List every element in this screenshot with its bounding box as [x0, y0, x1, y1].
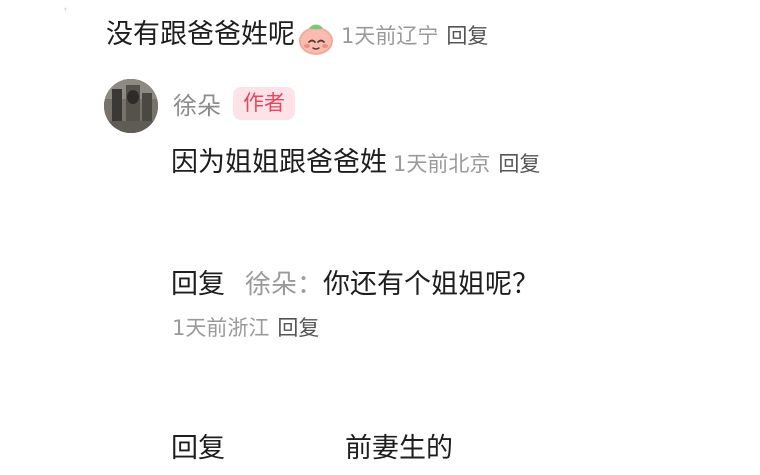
author-header: 徐朵 作者 [173, 86, 295, 121]
corner-mark: ❜ [64, 7, 68, 18]
comment-reply-button[interactable]: 回复 [446, 20, 488, 50]
sub-reply-1-reply-button[interactable]: 回复 [277, 312, 319, 342]
author-avatar[interactable] [104, 79, 158, 133]
author-reply-row: 因为姐姐跟爸爸姓 1天前 北京 回复 [171, 140, 540, 179]
author-badge: 作者 [233, 87, 295, 120]
sub-reply-1-meta: 1天前 浙江 回复 [172, 312, 319, 342]
sub-reply-1-prefix: 回复 [171, 269, 225, 300]
sub-reply-1-text: 你还有个姐姐呢？ [323, 269, 540, 300]
author-reply-text: 因为姐姐跟爸爸姓 [171, 147, 387, 178]
piglet-face-icon [297, 19, 335, 57]
author-reply-reply-button[interactable]: 回复 [498, 148, 540, 178]
comment-row: 没有跟爸爸姓呢 1天前 辽宁 回复 [106, 12, 488, 55]
sub-reply-1: 回复 徐朵： 你还有个姐姐呢？ [171, 262, 539, 301]
sub-reply-1-target[interactable]: 徐朵： [245, 264, 323, 301]
sub-reply-1-time: 1天前 [172, 316, 228, 340]
author-name[interactable]: 徐朵 [173, 86, 221, 121]
author-reply-location: 北京 [448, 152, 491, 176]
sub-reply-2: 回复 前妻生的 [171, 426, 453, 465]
sub-reply-1-location: 浙江 [227, 316, 270, 340]
sub-reply-2-prefix: 回复 [171, 433, 225, 464]
sub-reply-2-text: 前妻生的 [345, 433, 453, 464]
comment-time: 1天前 [341, 24, 397, 48]
author-reply-time: 1天前 [393, 152, 449, 176]
comment-location: 辽宁 [396, 24, 439, 48]
comment-text: 没有跟爸爸姓呢 [106, 19, 295, 50]
